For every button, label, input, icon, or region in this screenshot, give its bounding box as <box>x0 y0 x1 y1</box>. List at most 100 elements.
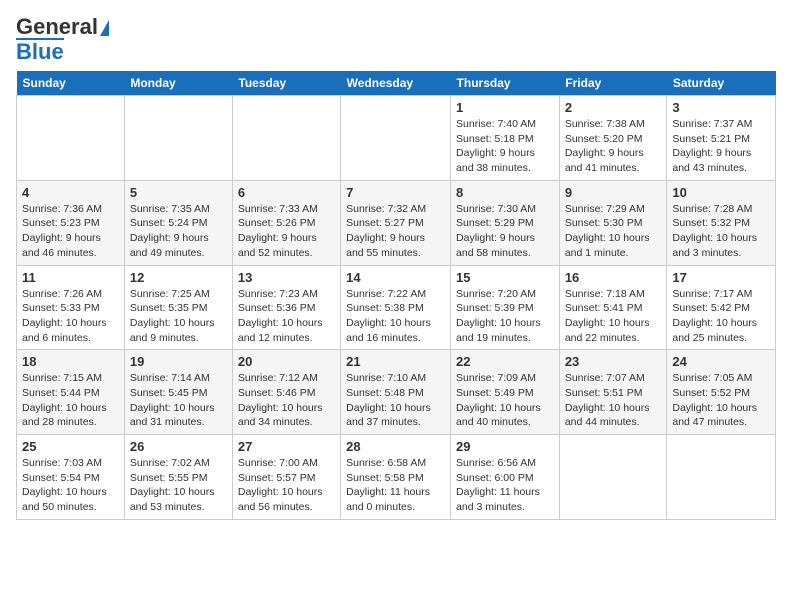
col-header-friday: Friday <box>559 71 667 96</box>
calendar-cell: 1 Sunrise: 7:40 AM Sunset: 5:18 PM Daylig… <box>451 96 560 181</box>
day-number: 26 <box>130 439 227 454</box>
calendar-cell <box>17 96 125 181</box>
day-number: 24 <box>672 354 770 369</box>
day-info: Sunrise: 7:32 AM Sunset: 5:27 PM Dayligh… <box>346 202 445 261</box>
day-info: Sunrise: 7:07 AM Sunset: 5:51 PM Dayligh… <box>565 371 662 430</box>
calendar-cell: 9 Sunrise: 7:29 AM Sunset: 5:30 PM Daylig… <box>559 180 667 265</box>
calendar-cell: 28 Sunrise: 6:58 AM Sunset: 5:58 PM Dayli… <box>341 435 451 520</box>
day-number: 13 <box>238 270 335 285</box>
day-info: Sunrise: 6:58 AM Sunset: 5:58 PM Dayligh… <box>346 456 445 515</box>
day-number: 3 <box>672 100 770 115</box>
day-info: Sunrise: 7:35 AM Sunset: 5:24 PM Dayligh… <box>130 202 227 261</box>
day-info: Sunrise: 7:23 AM Sunset: 5:36 PM Dayligh… <box>238 287 335 346</box>
day-info: Sunrise: 7:15 AM Sunset: 5:44 PM Dayligh… <box>22 371 119 430</box>
col-header-thursday: Thursday <box>451 71 560 96</box>
day-number: 25 <box>22 439 119 454</box>
calendar-cell: 22 Sunrise: 7:09 AM Sunset: 5:49 PM Dayli… <box>451 350 560 435</box>
day-info: Sunrise: 7:38 AM Sunset: 5:20 PM Dayligh… <box>565 117 662 176</box>
page-header: General Blue <box>16 16 776 63</box>
col-header-wednesday: Wednesday <box>341 71 451 96</box>
calendar-cell: 12Sunrise: 7:25 AM Sunset: 5:35 PM Dayli… <box>124 265 232 350</box>
col-header-tuesday: Tuesday <box>232 71 340 96</box>
calendar-cell <box>559 435 667 520</box>
day-info: Sunrise: 7:28 AM Sunset: 5:32 PM Dayligh… <box>672 202 770 261</box>
calendar-cell: 11Sunrise: 7:26 AM Sunset: 5:33 PM Dayli… <box>17 265 125 350</box>
day-number: 1 <box>456 100 554 115</box>
day-info: Sunrise: 7:29 AM Sunset: 5:30 PM Dayligh… <box>565 202 662 261</box>
day-number: 18 <box>22 354 119 369</box>
logo: General Blue <box>16 16 110 63</box>
day-number: 5 <box>130 185 227 200</box>
day-number: 27 <box>238 439 335 454</box>
calendar-cell: 19 Sunrise: 7:14 AM Sunset: 5:45 PM Dayli… <box>124 350 232 435</box>
day-info: Sunrise: 7:22 AM Sunset: 5:38 PM Dayligh… <box>346 287 445 346</box>
day-info: Sunrise: 7:10 AM Sunset: 5:48 PM Dayligh… <box>346 371 445 430</box>
day-number: 9 <box>565 185 662 200</box>
col-header-monday: Monday <box>124 71 232 96</box>
calendar-cell: 23 Sunrise: 7:07 AM Sunset: 5:51 PM Dayli… <box>559 350 667 435</box>
day-info: Sunrise: 7:05 AM Sunset: 5:52 PM Dayligh… <box>672 371 770 430</box>
calendar-cell: 15 Sunrise: 7:20 AM Sunset: 5:39 PM Dayli… <box>451 265 560 350</box>
day-info: Sunrise: 7:30 AM Sunset: 5:29 PM Dayligh… <box>456 202 554 261</box>
day-number: 6 <box>238 185 335 200</box>
day-number: 15 <box>456 270 554 285</box>
calendar-cell: 18 Sunrise: 7:15 AM Sunset: 5:44 PM Dayli… <box>17 350 125 435</box>
calendar-cell <box>124 96 232 181</box>
calendar-cell: 20Sunrise: 7:12 AM Sunset: 5:46 PM Dayli… <box>232 350 340 435</box>
calendar-cell: 10 Sunrise: 7:28 AM Sunset: 5:32 PM Dayli… <box>667 180 776 265</box>
calendar-cell: 4 Sunrise: 7:36 AM Sunset: 5:23 PM Daylig… <box>17 180 125 265</box>
day-info: Sunrise: 7:17 AM Sunset: 5:42 PM Dayligh… <box>672 287 770 346</box>
calendar-cell <box>232 96 340 181</box>
calendar-cell: 8 Sunrise: 7:30 AM Sunset: 5:29 PM Daylig… <box>451 180 560 265</box>
day-number: 21 <box>346 354 445 369</box>
day-number: 8 <box>456 185 554 200</box>
calendar-cell: 6 Sunrise: 7:33 AM Sunset: 5:26 PM Daylig… <box>232 180 340 265</box>
day-info: Sunrise: 7:03 AM Sunset: 5:54 PM Dayligh… <box>22 456 119 515</box>
day-info: Sunrise: 7:00 AM Sunset: 5:57 PM Dayligh… <box>238 456 335 515</box>
calendar-table: SundayMondayTuesdayWednesdayThursdayFrid… <box>16 71 776 520</box>
day-number: 20 <box>238 354 335 369</box>
day-number: 22 <box>456 354 554 369</box>
day-info: Sunrise: 7:33 AM Sunset: 5:26 PM Dayligh… <box>238 202 335 261</box>
day-info: Sunrise: 7:09 AM Sunset: 5:49 PM Dayligh… <box>456 371 554 430</box>
calendar-week-row: 25 Sunrise: 7:03 AM Sunset: 5:54 PM Dayli… <box>17 435 776 520</box>
calendar-cell: 24 Sunrise: 7:05 AM Sunset: 5:52 PM Dayli… <box>667 350 776 435</box>
day-number: 14 <box>346 270 445 285</box>
calendar-week-row: 1 Sunrise: 7:40 AM Sunset: 5:18 PM Daylig… <box>17 96 776 181</box>
calendar-cell: 16Sunrise: 7:18 AM Sunset: 5:41 PM Dayli… <box>559 265 667 350</box>
calendar-cell: 17 Sunrise: 7:17 AM Sunset: 5:42 PM Dayli… <box>667 265 776 350</box>
col-header-saturday: Saturday <box>667 71 776 96</box>
day-info: Sunrise: 7:02 AM Sunset: 5:55 PM Dayligh… <box>130 456 227 515</box>
calendar-week-row: 4 Sunrise: 7:36 AM Sunset: 5:23 PM Daylig… <box>17 180 776 265</box>
day-number: 17 <box>672 270 770 285</box>
day-number: 23 <box>565 354 662 369</box>
day-info: Sunrise: 7:14 AM Sunset: 5:45 PM Dayligh… <box>130 371 227 430</box>
day-number: 4 <box>22 185 119 200</box>
calendar-cell: 21 Sunrise: 7:10 AM Sunset: 5:48 PM Dayli… <box>341 350 451 435</box>
calendar-cell: 13 Sunrise: 7:23 AM Sunset: 5:36 PM Dayli… <box>232 265 340 350</box>
day-info: Sunrise: 7:36 AM Sunset: 5:23 PM Dayligh… <box>22 202 119 261</box>
calendar-cell: 5 Sunrise: 7:35 AM Sunset: 5:24 PM Daylig… <box>124 180 232 265</box>
calendar-cell: 3 Sunrise: 7:37 AM Sunset: 5:21 PM Daylig… <box>667 96 776 181</box>
calendar-cell: 25 Sunrise: 7:03 AM Sunset: 5:54 PM Dayli… <box>17 435 125 520</box>
day-number: 16 <box>565 270 662 285</box>
logo-text: General <box>16 16 110 38</box>
calendar-cell: 26 Sunrise: 7:02 AM Sunset: 5:55 PM Dayli… <box>124 435 232 520</box>
calendar-week-row: 18 Sunrise: 7:15 AM Sunset: 5:44 PM Dayli… <box>17 350 776 435</box>
day-number: 28 <box>346 439 445 454</box>
calendar-cell <box>341 96 451 181</box>
day-info: Sunrise: 6:56 AM Sunset: 6:00 PM Dayligh… <box>456 456 554 515</box>
day-info: Sunrise: 7:37 AM Sunset: 5:21 PM Dayligh… <box>672 117 770 176</box>
calendar-cell: 7 Sunrise: 7:32 AM Sunset: 5:27 PM Daylig… <box>341 180 451 265</box>
day-info: Sunrise: 7:25 AM Sunset: 5:35 PM Dayligh… <box>130 287 227 346</box>
calendar-cell: 14 Sunrise: 7:22 AM Sunset: 5:38 PM Dayli… <box>341 265 451 350</box>
day-number: 10 <box>672 185 770 200</box>
calendar-cell <box>667 435 776 520</box>
day-number: 7 <box>346 185 445 200</box>
day-number: 19 <box>130 354 227 369</box>
day-number: 2 <box>565 100 662 115</box>
day-info: Sunrise: 7:40 AM Sunset: 5:18 PM Dayligh… <box>456 117 554 176</box>
day-info: Sunrise: 7:20 AM Sunset: 5:39 PM Dayligh… <box>456 287 554 346</box>
day-number: 11 <box>22 270 119 285</box>
calendar-header-row: SundayMondayTuesdayWednesdayThursdayFrid… <box>17 71 776 96</box>
